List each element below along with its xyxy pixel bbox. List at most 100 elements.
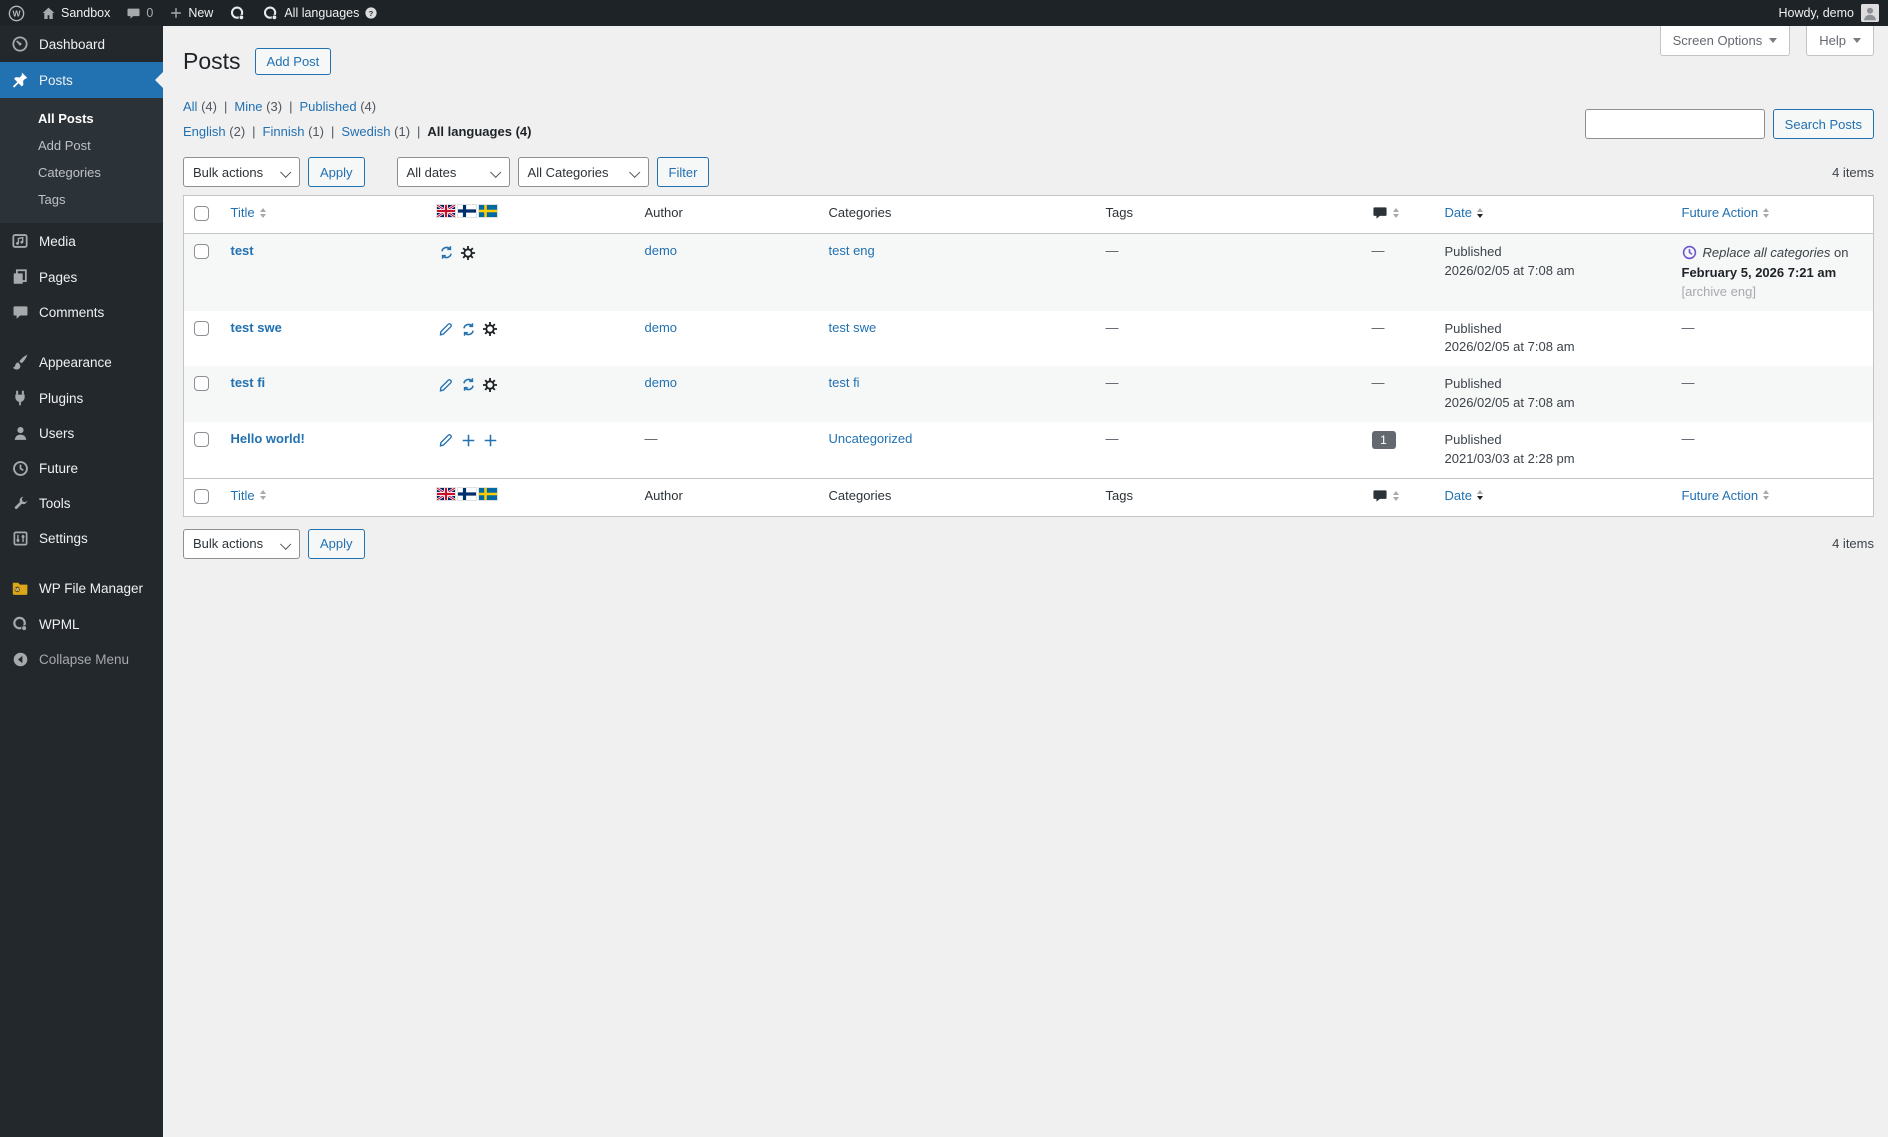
sort-date-header[interactable]: Date bbox=[1445, 488, 1662, 503]
lang-filter-link[interactable]: English bbox=[183, 124, 226, 139]
lang-filter-swedish[interactable]: Swedish (1) bbox=[341, 124, 427, 139]
sidebar-item-comments[interactable]: Comments bbox=[0, 295, 163, 330]
view-mine[interactable]: Mine (3) bbox=[234, 99, 299, 114]
edit-pencil-icon[interactable] bbox=[437, 375, 456, 394]
help-button[interactable]: Help bbox=[1806, 26, 1874, 56]
view-all[interactable]: All (4) bbox=[183, 99, 234, 114]
account-menu[interactable]: Howdy, demo bbox=[1770, 0, 1888, 26]
pages-icon bbox=[10, 268, 30, 286]
help-icon[interactable]: ? bbox=[364, 6, 378, 20]
sync-translation-icon[interactable] bbox=[459, 320, 478, 339]
author-link[interactable]: demo bbox=[645, 375, 678, 390]
post-title-link[interactable]: test bbox=[231, 243, 254, 258]
collapse-menu-button[interactable]: Collapse Menu bbox=[0, 642, 163, 677]
chevron-down-icon bbox=[1769, 38, 1778, 43]
row-checkbox[interactable] bbox=[194, 376, 209, 392]
lang-filter-finnish[interactable]: Finnish (1) bbox=[263, 124, 342, 139]
sidebar-item-media[interactable]: Media bbox=[0, 223, 163, 259]
lang-filter-link[interactable]: Finnish bbox=[263, 124, 305, 139]
edit-pencil-icon[interactable] bbox=[437, 320, 456, 339]
sidebar-item-posts[interactable]: Posts bbox=[0, 62, 163, 98]
sort-title-header[interactable]: Title bbox=[231, 205, 417, 220]
bulk-actions-value: Bulk actions bbox=[193, 164, 264, 180]
row-checkbox[interactable] bbox=[194, 431, 209, 447]
sort-date-header[interactable]: Date bbox=[1445, 205, 1662, 220]
wordpress-menu[interactable]: W bbox=[0, 0, 33, 26]
new-content-menu[interactable]: New bbox=[161, 0, 221, 26]
add-translation-icon[interactable] bbox=[481, 431, 500, 450]
bulk-actions-select-bottom[interactable]: Bulk actions bbox=[183, 528, 300, 559]
select-all-checkbox[interactable] bbox=[194, 206, 209, 221]
sidebar-item-plugins[interactable]: Plugins bbox=[0, 380, 163, 416]
apply-button-bottom[interactable]: Apply bbox=[308, 528, 365, 559]
admin-bar-comments[interactable]: 0 bbox=[118, 0, 161, 26]
sort-future-action-header[interactable]: Future Action bbox=[1682, 488, 1864, 503]
post-title-link[interactable]: test swe bbox=[231, 320, 282, 335]
category-link[interactable]: Uncategorized bbox=[829, 431, 913, 446]
dates-filter-select[interactable]: All dates bbox=[396, 157, 510, 187]
site-name-link[interactable]: Sandbox bbox=[33, 0, 118, 26]
lang-filter-english[interactable]: English (2) bbox=[183, 124, 263, 139]
sidebar-item-future[interactable]: Future bbox=[0, 451, 163, 486]
wpml-admin-bar-shortcut[interactable] bbox=[221, 0, 254, 26]
view-published[interactable]: Published (4) bbox=[299, 99, 376, 114]
add-post-button[interactable]: Add Post bbox=[254, 48, 332, 75]
sidebar-item-tools[interactable]: Tools bbox=[0, 486, 163, 521]
add-translation-icon[interactable] bbox=[459, 431, 478, 450]
sidebar-item-appearance[interactable]: Appearance bbox=[0, 344, 163, 380]
bulk-actions-select[interactable]: Bulk actions bbox=[183, 157, 300, 187]
category-link[interactable]: test fi bbox=[829, 375, 860, 390]
post-title-link[interactable]: test fi bbox=[231, 375, 266, 390]
sort-up-icon bbox=[1476, 490, 1483, 495]
sync-translation-icon[interactable] bbox=[459, 375, 478, 394]
submenu-categories[interactable]: Categories bbox=[0, 159, 163, 186]
author-link[interactable]: demo bbox=[645, 320, 678, 335]
sidebar-item-users[interactable]: Users bbox=[0, 416, 163, 451]
sort-future-action-header[interactable]: Future Action bbox=[1682, 205, 1864, 220]
sidebar-item-wpml[interactable]: WPML bbox=[0, 606, 163, 642]
post-title-link[interactable]: Hello world! bbox=[231, 431, 305, 446]
search-input[interactable] bbox=[1584, 109, 1765, 139]
view-link[interactable]: Published bbox=[299, 99, 356, 114]
category-link[interactable]: test eng bbox=[829, 243, 875, 258]
translation-settings-gear-icon[interactable] bbox=[481, 320, 500, 339]
view-link[interactable]: All bbox=[183, 99, 197, 114]
screen-options-button[interactable]: Screen Options bbox=[1659, 26, 1791, 56]
sort-down-active-icon bbox=[1476, 496, 1483, 501]
sidebar-label: Appearance bbox=[39, 354, 112, 370]
sort-comments-header[interactable] bbox=[1372, 488, 1425, 504]
sort-down-icon bbox=[1763, 496, 1770, 501]
lang-filter-all-languages[interactable]: All languages (4) bbox=[427, 124, 531, 139]
row-checkbox[interactable] bbox=[194, 244, 209, 259]
sidebar-label: Plugins bbox=[39, 390, 84, 406]
sync-translation-icon[interactable] bbox=[437, 243, 456, 262]
submenu-tags[interactable]: Tags bbox=[0, 186, 163, 213]
lang-filter-link[interactable]: Swedish bbox=[341, 124, 390, 139]
sidebar-item-wp-file-manager[interactable]: W WP File Manager bbox=[0, 570, 163, 606]
sort-comments-header[interactable] bbox=[1372, 205, 1425, 221]
translation-settings-gear-icon[interactable] bbox=[481, 375, 500, 394]
categories-filter-select[interactable]: All Categories bbox=[517, 157, 649, 187]
sort-title-header[interactable]: Title bbox=[231, 488, 417, 503]
lang-filter-count: (1) bbox=[394, 124, 411, 139]
search-posts-button[interactable]: Search Posts bbox=[1772, 109, 1874, 139]
comment-count-bubble[interactable]: 1 bbox=[1371, 430, 1396, 449]
filter-button[interactable]: Filter bbox=[656, 157, 710, 187]
category-link[interactable]: test swe bbox=[829, 320, 877, 335]
author-link[interactable]: demo bbox=[645, 243, 678, 258]
post-status: Published bbox=[1444, 431, 1502, 447]
submenu-all-posts[interactable]: All Posts bbox=[0, 105, 163, 132]
sidebar-item-settings[interactable]: Settings bbox=[0, 521, 163, 556]
translation-settings-gear-icon[interactable] bbox=[459, 243, 478, 262]
apply-button[interactable]: Apply bbox=[308, 157, 365, 187]
edit-pencil-icon[interactable] bbox=[437, 431, 456, 450]
select-all-checkbox[interactable] bbox=[194, 488, 209, 504]
row-checkbox[interactable] bbox=[194, 320, 209, 336]
sidebar-item-pages[interactable]: Pages bbox=[0, 259, 163, 295]
view-link[interactable]: Mine bbox=[234, 99, 262, 114]
sidebar-item-dashboard[interactable]: Dashboard bbox=[0, 26, 163, 62]
posts-submenu: All Posts Add Post Categories Tags bbox=[0, 98, 163, 223]
wpml-language-switcher[interactable]: All languages ? bbox=[254, 0, 386, 26]
submenu-add-post[interactable]: Add Post bbox=[0, 132, 163, 159]
folder-icon: W bbox=[10, 579, 30, 597]
